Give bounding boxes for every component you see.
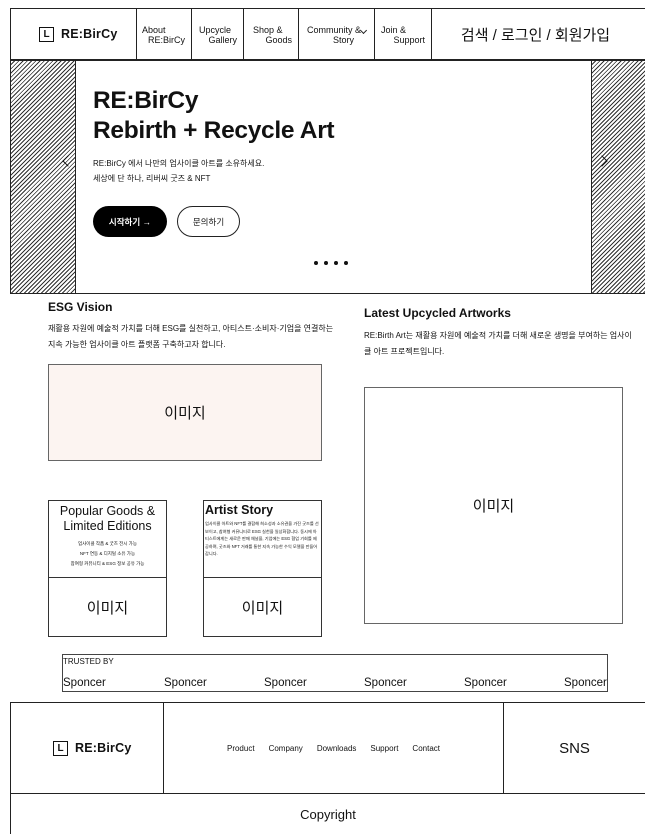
carousel-dots <box>314 261 348 265</box>
card-title: Artist Story <box>205 503 274 517</box>
hero-carousel: RE:BirCy Rebirth + Recycle Art RE:BirCy … <box>10 60 645 294</box>
card-subtext-line: NFT 연동 & 디지털 소유 가능 <box>79 551 136 556</box>
latest-artworks-title: Latest Upcycled Artworks <box>364 306 511 320</box>
hero-stripe-right <box>591 61 645 293</box>
nav-join-line1: Join & <box>381 25 407 35</box>
card-image-placeholder: 이미지 <box>86 599 129 617</box>
footer-logo[interactable]: L RE:BirCy <box>11 703 164 793</box>
search-login-signup[interactable]: 검색 / 로그인 / 회원가입 <box>432 9 645 59</box>
nav-join-line2: Support <box>393 35 425 45</box>
sponsor-logo[interactable]: Sponcer <box>564 677 607 689</box>
card-body-text: 업사이클 아트와 NFT를 결합해 희소성과 소유권을 가진 굿즈를 선보이고,… <box>205 521 319 557</box>
logo-text: RE:BirCy <box>75 741 132 755</box>
logo-text: RE:BirCy <box>61 27 118 41</box>
hero-title-line2: Rebirth + Recycle Art <box>93 117 335 144</box>
nav-shop-goods[interactable]: Shop & Goods <box>244 9 299 59</box>
footer-link-support[interactable]: Support <box>370 744 398 753</box>
footer-links: Product Company Downloads Support Contac… <box>164 703 504 793</box>
carousel-dot[interactable] <box>324 261 328 265</box>
sponsor-logo[interactable]: Sponcer <box>264 677 307 689</box>
logo-mark: L <box>53 740 68 756</box>
footer-link-product[interactable]: Product <box>227 744 255 753</box>
hero-title: RE:BirCy Rebirth + Recycle Art <box>93 86 335 146</box>
hero-stripe-left <box>11 61 76 293</box>
nav-community-story[interactable]: Community & Story <box>299 9 375 59</box>
latest-artworks-image[interactable]: 이미지 <box>364 387 623 624</box>
nav-community-line2: Story <box>332 35 354 45</box>
sponsor-logo[interactable]: Sponcer <box>164 677 207 689</box>
sponsor-logo[interactable]: Sponcer <box>364 677 407 689</box>
carousel-dot[interactable] <box>344 261 348 265</box>
nav-join-support[interactable]: Join & Support <box>375 9 432 59</box>
hero-description: RE:BirCy 에서 나만의 업사이클 아트를 소유하세요. 세상에 단 하나… <box>93 156 264 186</box>
hero-desc-line1: RE:BirCy 에서 나만의 업사이클 아트를 소유하세요. <box>93 159 265 168</box>
esg-title: ESG Vision <box>48 300 113 314</box>
nav-about[interactable]: About RE:BirCy <box>137 9 192 59</box>
sponsor-logo[interactable]: Sponcer <box>464 677 507 689</box>
nav-shop-line1: Shop & <box>253 25 283 35</box>
trusted-by-label: TRUSTED BY <box>63 657 114 666</box>
hero-title-line1: RE:BirCy <box>93 87 199 114</box>
esg-description: 재활용 자원에 예술적 가치를 더해 ESG를 실천하고, 아티스트·소비자·기… <box>48 324 334 349</box>
trusted-by-strip: TRUSTED BY Sponcer Sponcer Sponcer Sponc… <box>62 654 608 692</box>
card-header: Artist Story 업사이클 아트와 NFT를 결합해 희소성과 소유권을… <box>204 501 321 578</box>
latest-artworks-description: RE:Birth Art는 재활용 자원에 예술적 가치를 더해 새로운 생명을… <box>364 331 632 356</box>
sponsor-logo[interactable]: Sponcer <box>63 677 106 689</box>
carousel-dot[interactable] <box>334 261 338 265</box>
start-button[interactable]: 시작하기 → <box>93 206 167 237</box>
nav-gallery-line2: Gallery <box>208 35 237 45</box>
card-subtext: 업사이클 작품 & 굿즈 전시 가능 NFT 연동 & 디지털 소유 가능 참여… <box>49 539 166 569</box>
carousel-dot[interactable] <box>314 261 318 265</box>
copyright: Copyright <box>10 794 645 834</box>
popular-goods-card[interactable]: Popular Goods & Limited Editions 업사이클 작품… <box>48 500 167 637</box>
esg-image-placeholder: 이미지 <box>48 364 322 461</box>
footer-link-downloads[interactable]: Downloads <box>317 744 357 753</box>
footer-link-company[interactable]: Company <box>269 744 303 753</box>
nav-shop-line2: Goods <box>265 35 292 45</box>
site-header: L RE:BirCy About RE:BirCy Upcycle Galler… <box>10 8 645 60</box>
header-logo[interactable]: L RE:BirCy <box>11 9 137 59</box>
footer-sns[interactable]: SNS <box>504 703 645 793</box>
card-subtext-line: 업사이클 작품 & 굿즈 전시 가능 <box>78 541 137 546</box>
card-header: Popular Goods & Limited Editions 업사이클 작품… <box>49 501 166 578</box>
footer-link-contact[interactable]: Contact <box>412 744 440 753</box>
nav-gallery-line1: Upcycle <box>199 25 232 35</box>
inquiry-button[interactable]: 문의하기 <box>177 206 240 237</box>
hero-desc-line2: 세상에 단 하나, 리버씨 굿즈 & NFT <box>93 174 211 183</box>
card-image-placeholder: 이미지 <box>241 599 284 617</box>
site-footer: L RE:BirCy Product Company Downloads Sup… <box>10 702 645 794</box>
card-title: Popular Goods & Limited Editions <box>59 504 156 533</box>
artist-story-card[interactable]: Artist Story 업사이클 아트와 NFT를 결합해 희소성과 소유권을… <box>203 500 322 637</box>
logo-mark: L <box>39 26 54 42</box>
card-subtext-line: 참여형 커뮤니티 & ESG 정보 공유 가능 <box>70 561 145 566</box>
nav-about-line2: RE:BirCy <box>147 35 185 45</box>
nav-upcycle-gallery[interactable]: Upcycle Gallery <box>192 9 244 59</box>
nav-about-line1: About <box>142 25 166 35</box>
